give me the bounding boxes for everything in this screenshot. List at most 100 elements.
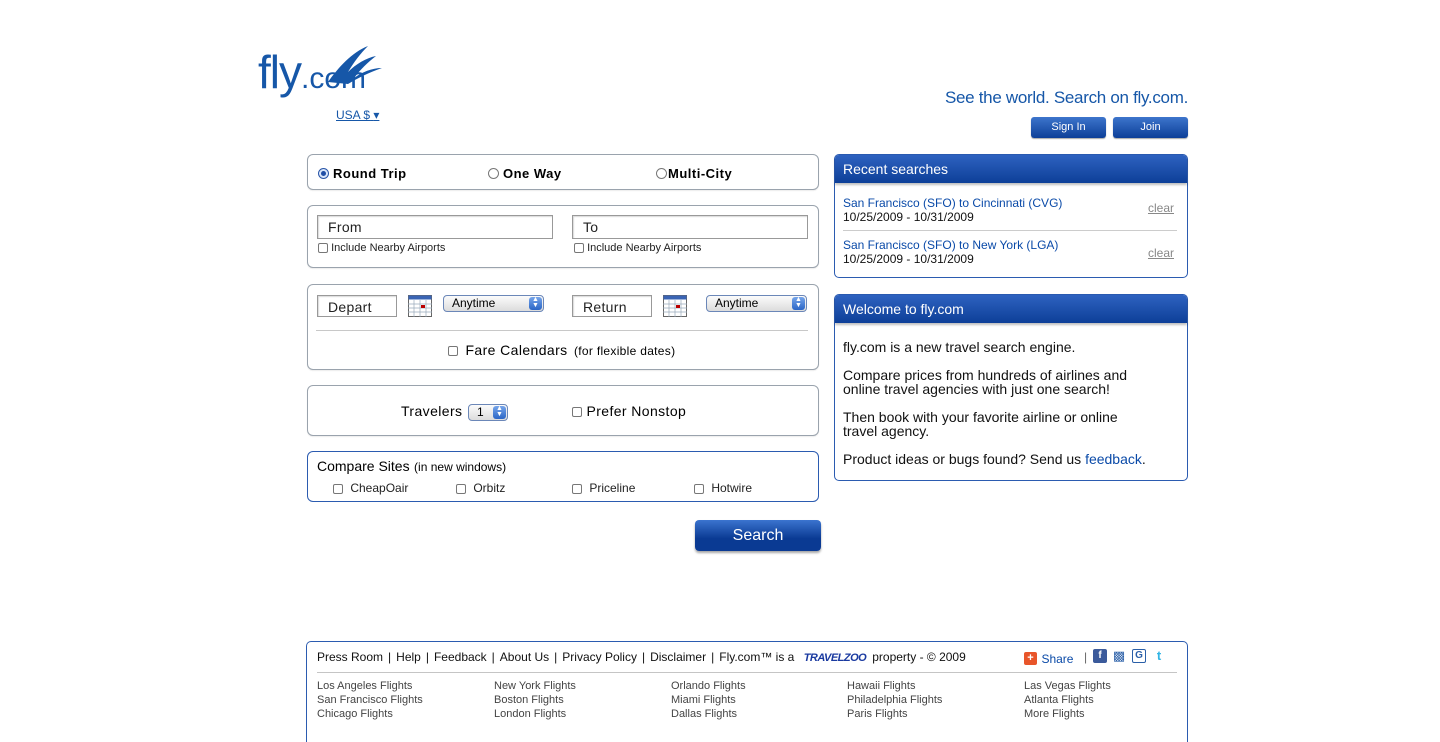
- compare-hotwire[interactable]: Hotwire: [694, 481, 752, 495]
- twitter-icon[interactable]: t: [1152, 649, 1166, 663]
- compare-cheapoair[interactable]: CheapOair: [333, 481, 408, 495]
- calendar-icon[interactable]: [663, 295, 687, 317]
- checkbox-icon: [574, 243, 584, 254]
- calendar-icon[interactable]: [408, 295, 432, 317]
- footer-link-privacy-policy[interactable]: Privacy Policy: [562, 650, 637, 664]
- checkbox-icon: [333, 483, 343, 494]
- city-flight-link[interactable]: Hawaii Flights: [847, 679, 942, 693]
- footer-link-about-us[interactable]: About Us: [500, 650, 549, 664]
- sign-in-button[interactable]: Sign In: [1031, 117, 1106, 138]
- footer-link-feedback[interactable]: Feedback: [434, 650, 487, 664]
- compare-sites-title: Compare Sites (in new windows): [317, 458, 507, 474]
- welcome-box: Welcome to fly.com fly.com is a new trav…: [834, 294, 1188, 481]
- travelzoo-logo[interactable]: TRAVELZOO: [804, 652, 867, 664]
- city-links-column: Los Angeles Flights San Francisco Flight…: [317, 679, 423, 721]
- welcome-book-text: Then book with your favorite airline or …: [843, 409, 1118, 439]
- city-flight-link[interactable]: Las Vegas Flights: [1024, 679, 1111, 693]
- recent-search-link[interactable]: San Francisco (SFO) to Cincinnati (CVG): [843, 196, 1062, 210]
- tagline: See the world. Search on fly.com.: [944, 88, 1188, 107]
- city-flight-link[interactable]: New York Flights: [494, 679, 576, 693]
- checkbox-icon: [448, 345, 458, 356]
- property-copyright: property - © 2009: [872, 650, 966, 664]
- updown-arrow-icon: ▲ ▼: [493, 405, 506, 419]
- google-icon[interactable]: G: [1132, 649, 1146, 663]
- currency-selector[interactable]: USA $ ▾: [336, 108, 379, 122]
- radio-icon: [488, 168, 499, 180]
- share-button[interactable]: + Share: [1024, 650, 1073, 668]
- city-links-column: Hawaii Flights Philadelphia Flights Pari…: [847, 679, 942, 721]
- updown-arrow-icon: ▲ ▼: [792, 296, 805, 310]
- city-flight-link[interactable]: San Francisco Flights: [317, 693, 423, 707]
- travelers-select[interactable]: 1 ▲ ▼: [468, 404, 508, 421]
- welcome-intro: fly.com is a new travel search engine.: [843, 339, 1076, 355]
- city-flight-link[interactable]: Chicago Flights: [317, 707, 423, 721]
- site-logo[interactable]: fly.com USA $ ▾: [258, 40, 388, 122]
- locations-panel: From Include Nearby Airports To Include …: [307, 205, 819, 268]
- trip-type-round-trip[interactable]: Round Trip: [318, 165, 407, 183]
- share-separator: |: [1084, 650, 1088, 664]
- city-flight-link[interactable]: More Flights: [1024, 707, 1111, 721]
- join-button[interactable]: Join: [1113, 117, 1188, 138]
- compare-priceline[interactable]: Priceline: [572, 481, 635, 495]
- divider: [316, 330, 808, 331]
- trip-type-one-way[interactable]: One Way: [488, 165, 562, 183]
- return-input[interactable]: Return: [572, 295, 652, 317]
- city-flight-link[interactable]: Paris Flights: [847, 707, 942, 721]
- city-flight-link[interactable]: Atlanta Flights: [1024, 693, 1111, 707]
- footer-link-help[interactable]: Help: [396, 650, 421, 664]
- checkbox-icon: [694, 483, 704, 494]
- travelers-label: Travelers: [401, 403, 463, 419]
- compare-sites-panel: Compare Sites (in new windows) CheapOair…: [307, 451, 819, 502]
- depart-input[interactable]: Depart: [317, 295, 397, 317]
- city-flight-link[interactable]: London Flights: [494, 707, 576, 721]
- recent-search-item: San Francisco (SFO) to New York (LGA) 10…: [843, 238, 1058, 266]
- travelers-panel: Travelers 1 ▲ ▼ Prefer Nonstop: [307, 385, 819, 436]
- welcome-feedback-text: Product ideas or bugs found? Send us fee…: [843, 451, 1146, 467]
- city-flight-link[interactable]: Orlando Flights: [671, 679, 746, 693]
- from-nearby-airports[interactable]: Include Nearby Airports: [318, 242, 445, 254]
- prefer-nonstop-option[interactable]: Prefer Nonstop: [572, 403, 686, 421]
- trip-type-multi-city[interactable]: Multi-City: [656, 165, 732, 183]
- logo-wordmark: fly: [258, 46, 302, 98]
- welcome-compare-text: Compare prices from hundreds of airlines…: [843, 367, 1128, 397]
- chevron-down-icon: ▾: [373, 108, 380, 122]
- city-flight-link[interactable]: Boston Flights: [494, 693, 576, 707]
- city-links-column: Las Vegas Flights Atlanta Flights More F…: [1024, 679, 1111, 721]
- facebook-icon[interactable]: f: [1093, 649, 1107, 663]
- feedback-link[interactable]: feedback: [1085, 451, 1142, 467]
- recent-search-dates: 10/25/2009 - 10/31/2009: [843, 252, 974, 266]
- fare-calendars-option[interactable]: Fare Calendars (for flexible dates): [448, 342, 675, 360]
- compare-orbitz[interactable]: Orbitz: [456, 481, 505, 495]
- clear-link[interactable]: clear: [1148, 246, 1174, 260]
- checkbox-icon: [456, 483, 466, 494]
- depart-time-select[interactable]: Anytime ▲ ▼: [443, 295, 544, 312]
- plus-icon: +: [1024, 652, 1037, 666]
- clear-link[interactable]: clear: [1148, 201, 1174, 215]
- to-nearby-airports[interactable]: Include Nearby Airports: [574, 242, 701, 254]
- city-flight-link[interactable]: Philadelphia Flights: [847, 693, 942, 707]
- from-input[interactable]: From: [317, 215, 553, 239]
- search-button[interactable]: Search: [695, 520, 821, 551]
- wing-icon: [328, 46, 382, 84]
- footer-link-press-room[interactable]: Press Room: [317, 650, 383, 664]
- checkbox-icon: [318, 243, 328, 254]
- footer-links: Press Room | Help | Feedback | About Us | Privac…: [317, 650, 966, 664]
- radio-icon: [656, 168, 667, 180]
- radio-selected-icon: [318, 168, 329, 180]
- footer: Press Room | Help | Feedback | About Us | Privac…: [306, 641, 1188, 742]
- city-flight-link[interactable]: Los Angeles Flights: [317, 679, 423, 693]
- city-flight-link[interactable]: Dallas Flights: [671, 707, 746, 721]
- checkbox-icon: [572, 483, 582, 494]
- recent-search-dates: 10/25/2009 - 10/31/2009: [843, 210, 974, 224]
- checkbox-icon: [572, 406, 582, 417]
- recent-search-link[interactable]: San Francisco (SFO) to New York (LGA): [843, 238, 1058, 252]
- return-time-select[interactable]: Anytime ▲ ▼: [706, 295, 807, 312]
- to-input[interactable]: To: [572, 215, 808, 239]
- recent-searches-box: Recent searches San Francisco (SFO) to C…: [834, 154, 1188, 278]
- divider: [843, 230, 1177, 231]
- updown-arrow-icon: ▲ ▼: [529, 296, 542, 310]
- footer-link-disclaimer[interactable]: Disclaimer: [650, 650, 706, 664]
- property-text: Fly.com™ is a: [719, 650, 795, 664]
- myspace-icon[interactable]: ▩: [1112, 649, 1126, 663]
- city-flight-link[interactable]: Miami Flights: [671, 693, 746, 707]
